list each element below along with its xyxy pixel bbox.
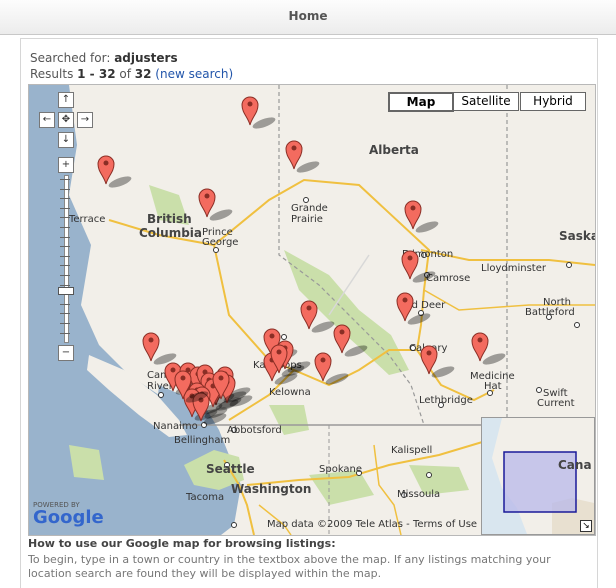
zoom-tick — [60, 332, 70, 334]
listing-marker-icon[interactable] — [197, 183, 237, 223]
listing-marker-icon[interactable] — [96, 150, 136, 190]
zoom-tick — [60, 303, 70, 305]
label-seattle: Seattle — [206, 462, 255, 476]
label-bc-1: British — [147, 212, 192, 226]
label-kalispell: Kalispell — [391, 445, 433, 456]
label-abbotsford: Abbotsford — [227, 425, 282, 436]
listing-marker-icon[interactable] — [269, 339, 309, 379]
pan-left-button[interactable]: ← — [39, 112, 55, 128]
zoom-tick — [60, 323, 70, 324]
pan-up-button[interactable]: ↑ — [58, 92, 74, 108]
label-missoula: Missoula — [397, 489, 441, 500]
search-term: adjusters — [114, 51, 178, 65]
label-tacoma: Tacoma — [186, 492, 225, 503]
overview-toggle-button[interactable]: ↘ — [580, 520, 592, 532]
new-search-link[interactable]: (new search) — [155, 67, 233, 81]
zoom-slider[interactable] — [58, 175, 74, 343]
zoom-tick — [60, 313, 70, 315]
listing-marker-icon[interactable] — [395, 287, 435, 327]
zoom-in-button[interactable]: + — [58, 157, 74, 173]
label-terrace: Terrace — [69, 214, 106, 225]
zoom-tick — [60, 236, 70, 238]
zoom-track — [64, 175, 69, 343]
pan-down-button[interactable]: ↓ — [58, 132, 74, 148]
zoom-tick — [60, 227, 70, 228]
pan-center-button[interactable]: ✥ — [58, 112, 74, 128]
label-grande-2: Prairie — [291, 214, 323, 225]
label-lethbridge: Lethbridge — [419, 395, 473, 406]
zoom-tick — [60, 284, 70, 286]
google-map[interactable]: Alberta British Columbia Terrace Grande … — [28, 84, 596, 536]
label-washington: Washington — [231, 482, 312, 496]
zoom-out-button[interactable]: − — [58, 345, 74, 361]
label-pgeorge-2: George — [202, 237, 239, 248]
help-text: To begin, type in a town or country in t… — [28, 553, 551, 580]
top-tab-bar: Home — [0, 0, 616, 35]
listing-marker-icon[interactable] — [313, 347, 353, 387]
listing-marker-icon[interactable] — [403, 195, 443, 235]
results-range: 1 - 32 — [77, 67, 116, 81]
label-alberta: Alberta — [369, 143, 419, 157]
google-logo-text: Google — [33, 507, 104, 528]
listing-marker-icon[interactable] — [240, 91, 280, 131]
zoom-slider-handle[interactable] — [58, 287, 74, 295]
listing-marker-icon[interactable] — [470, 327, 510, 367]
powered-by-google-logo[interactable]: POWERED BY Google — [33, 501, 104, 527]
label-canada: Cana — [558, 458, 592, 472]
label-grande-1: Grande — [291, 203, 328, 214]
listing-marker-icon[interactable] — [284, 135, 324, 175]
label-bc-2: Columbia — [139, 226, 203, 240]
zoom-tick — [60, 265, 70, 267]
searched-for: Searched for: adjusters — [30, 51, 178, 65]
label-lloydminster: Lloydminster — [481, 263, 546, 274]
listing-marker-icon[interactable] — [173, 365, 213, 405]
label-medhat-2: Hat — [484, 381, 502, 392]
label-bellingham: Bellingham — [174, 435, 231, 446]
zoom-tick — [60, 198, 70, 200]
map-type-hybrid-button[interactable]: Hybrid — [520, 92, 586, 111]
home-tab[interactable]: Home — [268, 9, 348, 23]
label-saskatoon: Saskato — [559, 229, 595, 243]
listing-marker-icon[interactable] — [419, 340, 459, 380]
listing-marker-icon[interactable] — [400, 245, 440, 285]
zoom-tick — [60, 207, 70, 209]
zoom-tick — [60, 188, 70, 190]
overview-map[interactable]: Cana ↘ — [481, 417, 595, 535]
results-total: 32 — [134, 67, 152, 81]
map-type-satellite-button[interactable]: Satellite — [453, 92, 519, 111]
label-spokane: Spokane — [319, 464, 363, 475]
results-prefix: Results — [30, 67, 78, 81]
map-attribution: Map data ©2009 Tele Atlas - Terms of Use — [267, 519, 478, 530]
zoom-tick — [60, 217, 70, 219]
map-type-map-button[interactable]: Map — [388, 92, 454, 112]
zoom-tick — [60, 179, 70, 180]
label-swift-2: Current — [537, 398, 575, 409]
zoom-ticks — [58, 175, 74, 343]
pan-right-button[interactable]: → — [77, 112, 93, 128]
results-of: of — [115, 67, 135, 81]
zoom-tick — [60, 275, 70, 276]
zoom-tick — [60, 255, 70, 257]
searched-prefix: Searched for: — [30, 51, 115, 65]
help-title: How to use our Google map for browsing l… — [28, 537, 336, 550]
label-kelowna: Kelowna — [269, 387, 311, 398]
label-nbattle-2: Battleford — [525, 307, 575, 318]
results-summary: Results 1 - 32 of 32 (new search) — [30, 67, 233, 81]
zoom-tick — [60, 246, 70, 248]
